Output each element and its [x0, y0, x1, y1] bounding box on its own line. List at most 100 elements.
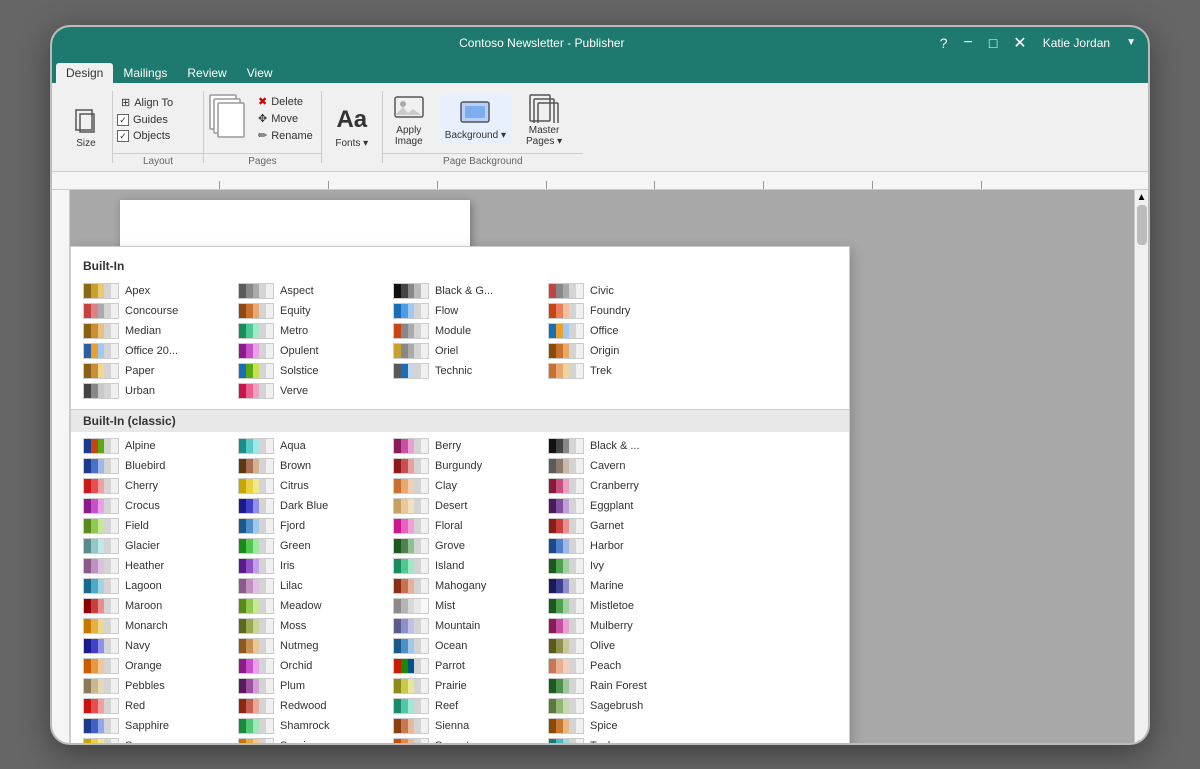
move-button[interactable]: ✥ Move [254, 111, 317, 126]
close-btn[interactable]: ✕ [1013, 33, 1026, 53]
scheme-item[interactable]: Eggplant [544, 496, 699, 516]
scheme-item[interactable]: Citrus [234, 476, 389, 496]
scheme-item[interactable]: Maroon [79, 596, 234, 616]
tab-view[interactable]: View [237, 63, 283, 83]
scheme-item[interactable]: Mountain [389, 616, 544, 636]
scheme-item[interactable]: Redwood [234, 696, 389, 716]
scheme-item[interactable]: Alpine [79, 436, 234, 456]
scheme-item[interactable]: Verve [234, 381, 389, 401]
scheme-item[interactable]: Cranberry [544, 476, 699, 496]
apply-image-button[interactable]: ApplyImage [387, 89, 431, 149]
scheme-item[interactable]: Island [389, 556, 544, 576]
scheme-item[interactable]: Black & ... [544, 436, 699, 456]
scheme-item[interactable]: Sunset [389, 736, 544, 745]
scheme-item[interactable]: Grove [389, 536, 544, 556]
scheme-item[interactable]: Ivy [544, 556, 699, 576]
scheme-item[interactable]: Fjord [234, 516, 389, 536]
scheme-item[interactable]: Teal [544, 736, 699, 745]
scroll-up-btn[interactable]: ▲ [1135, 190, 1148, 203]
help-btn[interactable]: ? [940, 35, 948, 51]
background-button[interactable]: Background ▾ [439, 94, 512, 143]
scheme-item[interactable]: Urban [79, 381, 234, 401]
align-to-button[interactable]: ⊞ Align To [117, 94, 177, 111]
scheme-item[interactable]: Lilac [234, 576, 389, 596]
scheme-item[interactable]: Office [544, 321, 699, 341]
scheme-item[interactable]: Moss [234, 616, 389, 636]
scheme-item[interactable]: Mistletoe [544, 596, 699, 616]
scheme-item[interactable]: Pebbles [79, 676, 234, 696]
delete-button[interactable]: ✖ Delete [254, 94, 317, 109]
scheme-item[interactable]: Solstice [234, 361, 389, 381]
scheme-item[interactable]: Prairie [389, 676, 544, 696]
scheme-item[interactable]: Bluebird [79, 456, 234, 476]
scheme-item[interactable]: Sapphire [79, 716, 234, 736]
scheme-item[interactable]: Metro [234, 321, 389, 341]
scheme-item[interactable]: Berry [389, 436, 544, 456]
scheme-item[interactable]: Orchid [234, 656, 389, 676]
scheme-item[interactable]: Ocean [389, 636, 544, 656]
scheme-item[interactable]: Dark Blue [234, 496, 389, 516]
scheme-item[interactable]: Aspect [234, 281, 389, 301]
scheme-item[interactable]: Mist [389, 596, 544, 616]
scheme-item[interactable]: Glacier [79, 536, 234, 556]
color-scheme-dropdown[interactable]: Built-In ApexAspectBlack & G...CivicConc… [70, 246, 850, 745]
scheme-item[interactable]: Olive [544, 636, 699, 656]
objects-checkbox[interactable]: ✓ [117, 130, 129, 142]
scheme-item[interactable]: Field [79, 516, 234, 536]
scheme-item[interactable]: Trek [544, 361, 699, 381]
scheme-item[interactable]: Orange [79, 656, 234, 676]
scheme-item[interactable]: Office 20... [79, 341, 234, 361]
scheme-item[interactable]: Nutmeg [234, 636, 389, 656]
scheme-item[interactable]: Origin [544, 341, 699, 361]
scheme-item[interactable]: Black & G... [389, 281, 544, 301]
scheme-item[interactable]: Cavern [544, 456, 699, 476]
scheme-item[interactable]: Equity [234, 301, 389, 321]
scheme-item[interactable]: Apex [79, 281, 234, 301]
scheme-item[interactable]: Crocus [79, 496, 234, 516]
scheme-item[interactable]: Sienna [389, 716, 544, 736]
scheme-item[interactable]: Iris [234, 556, 389, 576]
scrollbar-right[interactable]: ▲ ▼ [1134, 190, 1148, 745]
fonts-button[interactable]: Aa Fonts ▾ [329, 102, 374, 151]
master-pages-button[interactable]: MasterPages ▾ [520, 89, 568, 149]
scheme-item[interactable]: Median [79, 321, 234, 341]
scheme-item[interactable]: Garnet [544, 516, 699, 536]
scheme-item[interactable]: Brown [234, 456, 389, 476]
scheme-item[interactable]: Flow [389, 301, 544, 321]
scheme-item[interactable]: Red [79, 696, 234, 716]
scheme-item[interactable]: Green [234, 536, 389, 556]
scheme-item[interactable]: Shamrock [234, 716, 389, 736]
scheme-item[interactable]: Module [389, 321, 544, 341]
scheme-item[interactable]: Spice [544, 716, 699, 736]
size-button[interactable]: Size [64, 102, 108, 151]
scheme-item[interactable]: Civic [544, 281, 699, 301]
scroll-down-btn[interactable]: ▼ [1135, 738, 1148, 745]
scheme-item[interactable]: Sunrise [234, 736, 389, 745]
scheme-item[interactable]: Lagoon [79, 576, 234, 596]
scheme-item[interactable]: Peach [544, 656, 699, 676]
rename-button[interactable]: ✏ Rename [254, 128, 317, 143]
scheme-item[interactable]: Opulent [234, 341, 389, 361]
scheme-item[interactable]: Cherry [79, 476, 234, 496]
objects-checkbox-row[interactable]: ✓ Objects [117, 129, 170, 143]
scheme-item[interactable]: Desert [389, 496, 544, 516]
scheme-item[interactable]: Clay [389, 476, 544, 496]
scheme-item[interactable]: Mahogany [389, 576, 544, 596]
scheme-item[interactable]: Mulberry [544, 616, 699, 636]
guides-checkbox-row[interactable]: ✓ Guides [117, 113, 168, 127]
scheme-item[interactable]: Aqua [234, 436, 389, 456]
user-dropdown-icon[interactable]: ▼ [1126, 37, 1136, 48]
scheme-item[interactable]: Marine [544, 576, 699, 596]
tab-review[interactable]: Review [177, 63, 236, 83]
scheme-item[interactable]: Monarch [79, 616, 234, 636]
scheme-item[interactable]: Oriel [389, 341, 544, 361]
scheme-item[interactable]: Rain Forest [544, 676, 699, 696]
scheme-item[interactable]: Sagebrush [544, 696, 699, 716]
scheme-item[interactable]: Reef [389, 696, 544, 716]
tab-mailings[interactable]: Mailings [113, 63, 177, 83]
scheme-item[interactable]: Technic [389, 361, 544, 381]
scheme-item[interactable]: Harbor [544, 536, 699, 556]
maximize-btn[interactable]: □ [989, 35, 997, 51]
scheme-item[interactable]: Summer [79, 736, 234, 745]
scheme-item[interactable]: Parrot [389, 656, 544, 676]
